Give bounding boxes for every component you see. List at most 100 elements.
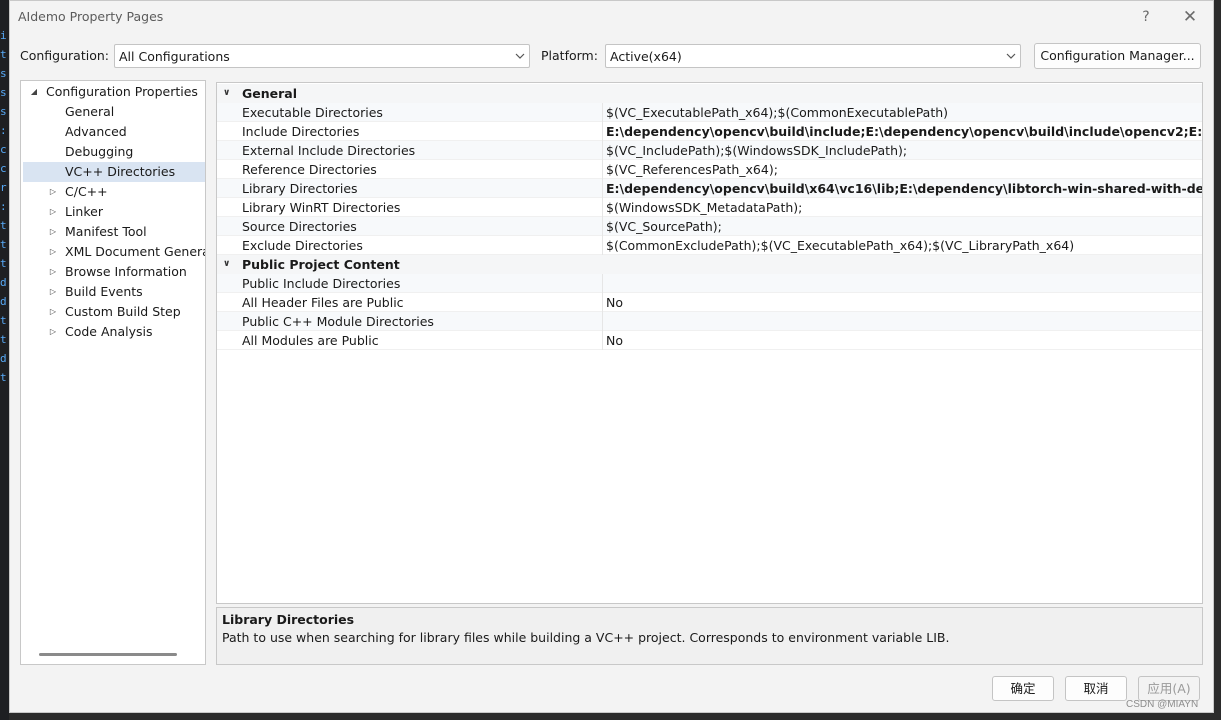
close-button[interactable]: ✕ <box>1174 5 1206 29</box>
tree-item-general[interactable]: General <box>21 102 205 122</box>
property-value[interactable]: No <box>606 293 1202 312</box>
tree-item-label: Manifest Tool <box>65 224 147 239</box>
grid-row[interactable]: Include Directories E:\dependency\opencv\… <box>217 122 1202 141</box>
ok-button[interactable]: 确定 <box>992 676 1054 701</box>
gutter-glyph: d <box>0 353 7 365</box>
tree-item-xml-document-generat[interactable]: ▷ XML Document Generat <box>21 242 205 262</box>
tree-item-advanced[interactable]: Advanced <box>21 122 205 142</box>
collapsed-triangle-icon[interactable]: ▷ <box>48 222 58 242</box>
tree-item-linker[interactable]: ▷ Linker <box>21 202 205 222</box>
tree-item-label: Code Analysis <box>65 324 153 339</box>
property-grid[interactable]: ∨ General Executable Directories $(VC_Execu… <box>216 82 1203 604</box>
property-name: Include Directories <box>242 124 360 139</box>
column-divider <box>602 293 603 312</box>
property-name: Exclude Directories <box>242 238 363 253</box>
gutter-glyph: d <box>0 277 7 289</box>
gutter-glyph: t <box>0 49 7 61</box>
grid-row[interactable]: External Include Directories $(VC_Include… <box>217 141 1202 160</box>
chevron-down-icon <box>1006 53 1016 59</box>
column-divider <box>602 122 603 141</box>
gutter-glyph: c <box>0 144 7 156</box>
grid-row[interactable]: All Header Files are Public No <box>217 293 1202 312</box>
platform-value: Active(x64) <box>610 49 682 64</box>
property-tree[interactable]: ◢ Configuration Properties General Advanc… <box>20 80 206 665</box>
collapsed-triangle-icon[interactable]: ▷ <box>48 322 58 342</box>
configuration-manager-button[interactable]: Configuration Manager... <box>1034 43 1201 69</box>
tree-item-code-analysis[interactable]: ▷ Code Analysis <box>21 322 205 342</box>
grid-section-header[interactable]: ∨ Public Project Content <box>217 255 1202 274</box>
tree-item-debugging[interactable]: Debugging <box>21 142 205 162</box>
column-divider <box>602 198 603 217</box>
tree-item-label: C/C++ <box>65 184 108 199</box>
collapsed-triangle-icon[interactable]: ▷ <box>48 282 58 302</box>
grid-row[interactable]: Executable Directories $(VC_ExecutablePat… <box>217 103 1202 122</box>
property-value[interactable]: E:\dependency\opencv\build\x64\vc16\lib;… <box>606 179 1202 198</box>
gutter-glyph: c <box>0 163 7 175</box>
grid-row[interactable]: Reference Directories $(VC_ReferencesPath… <box>217 160 1202 179</box>
property-name: External Include Directories <box>242 143 416 158</box>
watermark: CSDN @MIAYN <box>1126 699 1199 710</box>
platform-label: Platform: <box>541 48 598 63</box>
help-button[interactable]: ? <box>1130 5 1162 29</box>
horizontal-scrollbar[interactable] <box>39 653 177 656</box>
grid-row[interactable]: Library Directories E:\dependency\opencv\… <box>217 179 1202 198</box>
grid-row[interactable]: All Modules are Public No <box>217 331 1202 350</box>
grid-row[interactable]: Public C++ Module Directories <box>217 312 1202 331</box>
property-value[interactable]: $(VC_SourcePath); <box>606 217 1202 236</box>
grid-row[interactable]: Library WinRT Directories $(WindowsSDK_Me… <box>217 198 1202 217</box>
column-divider <box>602 160 603 179</box>
property-pages-dialog: AIdemo Property Pages ? ✕ Configuration:… <box>9 0 1214 713</box>
cancel-button[interactable]: 取消 <box>1065 676 1127 701</box>
grid-section-header[interactable]: ∨ General <box>217 84 1202 103</box>
property-name: Reference Directories <box>242 162 377 177</box>
gutter-glyph: t <box>0 258 7 270</box>
collapsed-triangle-icon[interactable]: ▷ <box>48 242 58 262</box>
collapsed-triangle-icon[interactable]: ▷ <box>48 302 58 322</box>
grid-row[interactable]: Exclude Directories $(CommonExcludePath);… <box>217 236 1202 255</box>
apply-button[interactable]: 应用(A) <box>1138 676 1200 701</box>
tree-item-manifest-tool[interactable]: ▷ Manifest Tool <box>21 222 205 242</box>
property-value[interactable]: $(WindowsSDK_MetadataPath); <box>606 198 1202 217</box>
property-value[interactable]: No <box>606 331 1202 350</box>
collapsed-triangle-icon[interactable]: ▷ <box>48 182 58 202</box>
tree-item-c-c-[interactable]: ▷ C/C++ <box>21 182 205 202</box>
tree-item-label: General <box>65 104 115 119</box>
tree-item-label: Linker <box>65 204 103 219</box>
expanded-triangle-icon[interactable]: ◢ <box>29 82 39 102</box>
property-value[interactable]: $(CommonExcludePath);$(VC_ExecutablePath… <box>606 236 1202 255</box>
property-name: All Modules are Public <box>242 333 379 348</box>
collapsed-triangle-icon[interactable]: ▷ <box>48 202 58 222</box>
title-bar: AIdemo Property Pages ? ✕ <box>10 1 1213 33</box>
property-value[interactable]: $(VC_IncludePath);$(WindowsSDK_IncludePa… <box>606 141 1202 160</box>
property-value[interactable]: $(VC_ReferencesPath_x64); <box>606 160 1202 179</box>
property-value[interactable]: $(VC_ExecutablePath_x64);$(CommonExecuta… <box>606 103 1202 122</box>
column-divider <box>602 103 603 122</box>
column-divider <box>602 141 603 160</box>
column-divider <box>602 312 603 331</box>
grid-section-title: Public Project Content <box>242 257 400 272</box>
collapsed-triangle-icon[interactable]: ▷ <box>48 262 58 282</box>
tree-item-vc-directories[interactable]: VC++ Directories <box>23 162 205 182</box>
gutter-glyph: : <box>0 125 7 137</box>
description-title: Library Directories <box>222 612 355 627</box>
tree-item-label: Browse Information <box>65 264 187 279</box>
tree-item-label: XML Document Generat <box>65 244 205 259</box>
grid-row[interactable]: Public Include Directories <box>217 274 1202 293</box>
configuration-dropdown[interactable]: All Configurations <box>114 44 530 68</box>
tree-item-label: VC++ Directories <box>65 164 176 179</box>
tree-item-build-events[interactable]: ▷ Build Events <box>21 282 205 302</box>
tree-item-browse-information[interactable]: ▷ Browse Information <box>21 262 205 282</box>
platform-dropdown[interactable]: Active(x64) <box>605 44 1021 68</box>
gutter-glyph: d <box>0 296 7 308</box>
property-value[interactable]: E:\dependency\opencv\build\include;E:\de… <box>606 122 1202 141</box>
tree-item-custom-build-step[interactable]: ▷ Custom Build Step <box>21 302 205 322</box>
chevron-down-icon[interactable]: ∨ <box>223 84 235 103</box>
column-divider <box>602 236 603 255</box>
column-divider <box>602 274 603 293</box>
grid-row[interactable]: Source Directories $(VC_SourcePath); <box>217 217 1202 236</box>
tree-item-configuration-properties[interactable]: ◢ Configuration Properties <box>21 82 205 102</box>
column-divider <box>602 179 603 198</box>
chevron-down-icon[interactable]: ∨ <box>223 255 235 274</box>
configuration-value: All Configurations <box>119 49 230 64</box>
property-name: Library WinRT Directories <box>242 200 401 215</box>
